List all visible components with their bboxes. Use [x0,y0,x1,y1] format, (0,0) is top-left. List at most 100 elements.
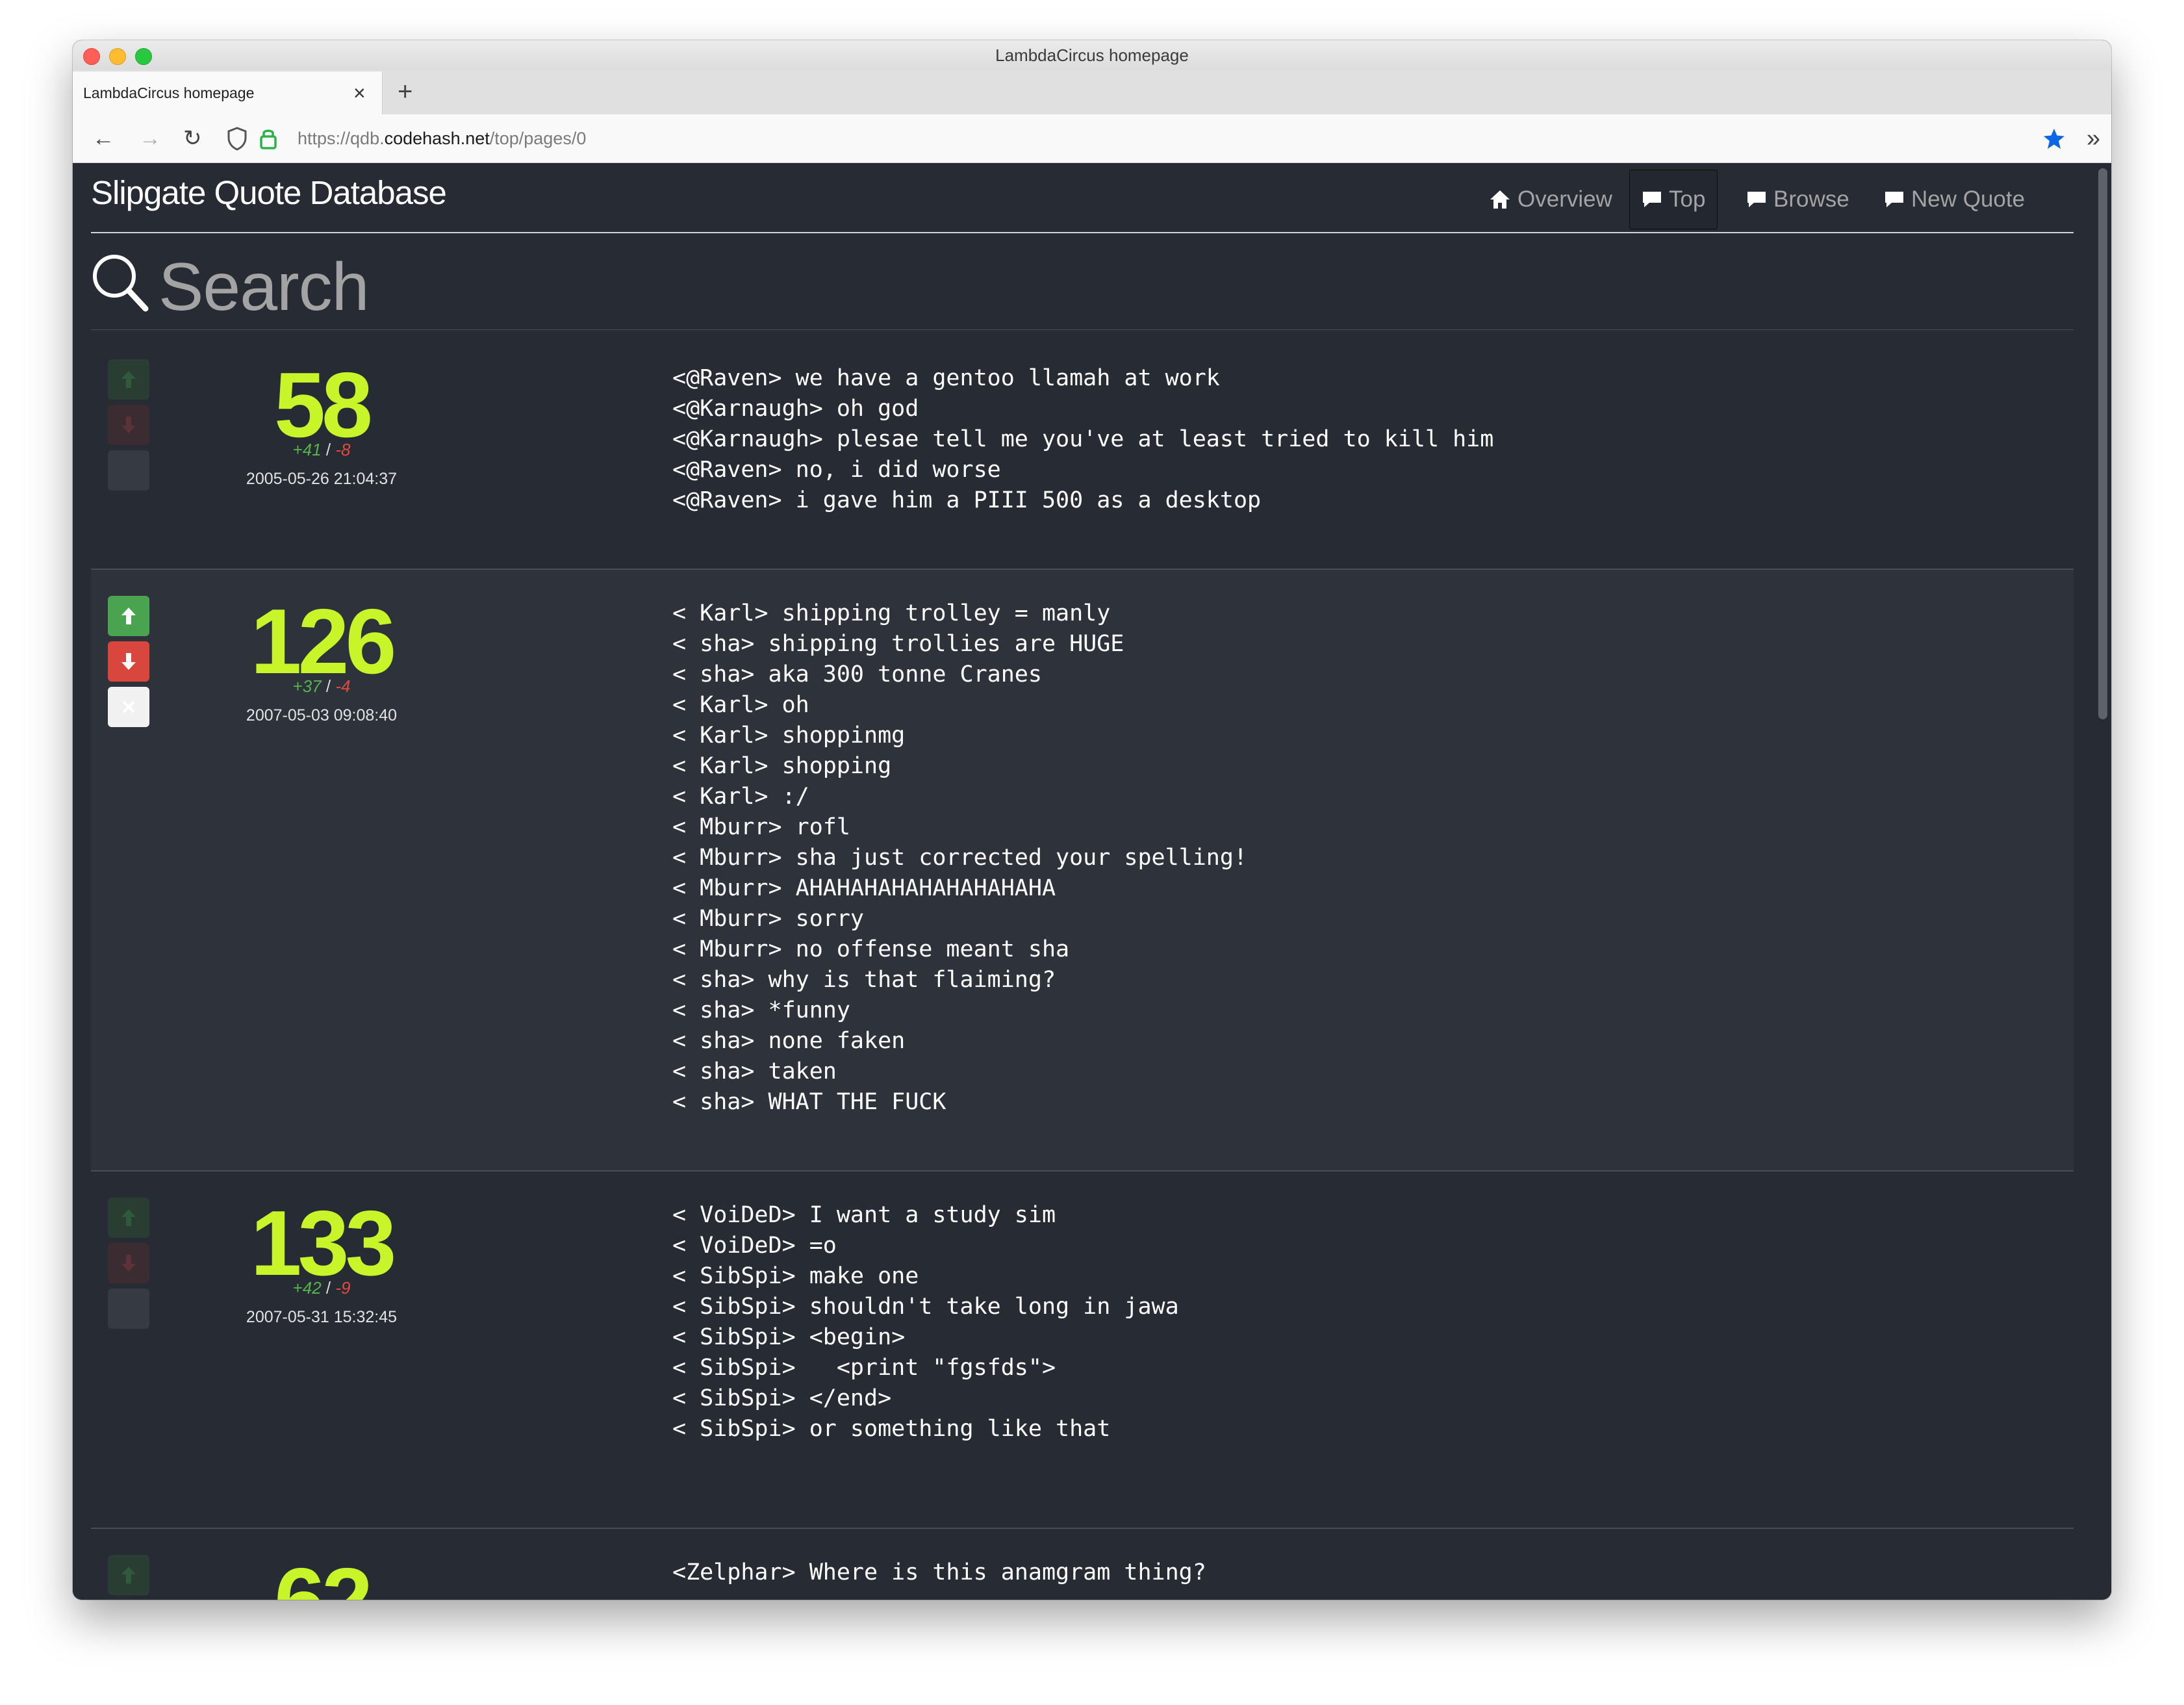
nav-browse-label: Browse [1773,186,1849,212]
clear-vote-button[interactable] [108,450,149,491]
quote-date: 2007-05-03 09:08:40 [246,706,398,724]
browser-window: LambdaCircus homepage LambdaCircus homep… [73,40,2111,1600]
close-icon [122,700,135,713]
vote-breakdown: +37 / -4 [292,676,351,696]
quote-line: < VoiDeD> I want a study sim [672,1202,1056,1228]
quote-text: < Karl> shipping trolley = manly < sha> … [672,598,1247,1118]
nav-overview[interactable]: Overview [1489,170,1612,229]
quote-line: < Karl> shopping [672,753,892,779]
quote-score: 133 [250,1192,397,1295]
quote-item: 62 <Zelphar> Where is this anamgram thin… [91,1529,2074,1600]
title-bar: LambdaCircus homepage [73,40,2111,71]
quote-line: < Mburr> sorry [672,906,865,932]
quote-line: < Karl> :/ [672,784,809,810]
arrow-down-icon [121,1255,136,1272]
comment-icon [1643,192,1661,207]
search-label[interactable]: Search [159,249,370,326]
clear-vote-button[interactable] [108,1288,149,1329]
quote-score: 126 [250,590,397,693]
quote-line: < SibSpi> or something like that [672,1416,1111,1442]
comment-icon [1885,192,1903,207]
quote-line: < Karl> oh [672,692,809,718]
search-icon[interactable] [91,253,149,313]
quote-score: 58 [274,353,373,457]
shield-icon[interactable] [226,126,248,151]
url-text[interactable]: https://qdb.codehash.net/top/pages/0 [298,121,586,156]
vote-breakdown: +42 / -9 [292,1278,351,1298]
quote-line: <@Karnaugh> plesae tell me you've at lea… [672,426,1494,452]
quote-line: < Karl> shoppinmg [672,723,906,749]
scrollbar-thumb[interactable] [2098,168,2107,719]
arrow-up-icon [121,1209,136,1226]
quote-line: <@Raven> no, i did worse [672,457,1001,483]
quote-line: < sha> why is that flaiming? [672,967,1056,993]
clear-vote-button[interactable] [108,687,149,727]
quote-text: < VoiDeD> I want a study sim < VoiDeD> =… [672,1200,1179,1444]
upvote-button[interactable] [108,1555,149,1595]
site-title[interactable]: Slipgate Quote Database [91,173,447,212]
page-content: Slipgate Quote Database Overview Top Bro… [73,163,2111,1600]
quote-line: < sha> shipping trollies are HUGE [672,631,1124,657]
site-header: Slipgate Quote Database Overview Top Bro… [91,163,2074,233]
quote-date: 2007-05-31 15:32:45 [246,1308,398,1326]
scrollbar[interactable] [2094,163,2111,1600]
quote-text: <Zelphar> Where is this anamgram thing? [672,1558,1206,1588]
quote-line: < sha> none faken [672,1028,906,1054]
search-bar[interactable]: Search [91,233,2074,330]
quote-line: < SibSpi> <begin> [672,1324,906,1350]
quote-line: < Mburr> rofl [672,814,850,840]
arrow-up-icon [121,1567,136,1583]
quote-line: <@Raven> i gave him a PIII 500 as a desk… [672,487,1262,513]
tab-label: LambdaCircus homepage [83,84,255,101]
forward-button[interactable]: → [139,114,161,162]
quote-date: 2005-05-26 21:04:37 [246,470,398,488]
quote-line: < sha> WHAT THE FUCK [672,1089,946,1115]
site-nav: Overview Top Browse New Quote [1489,170,2074,229]
quote-text: <@Raven> we have a gentoo llamah at work… [672,363,1493,516]
close-tab-icon[interactable]: × [353,71,366,114]
quote-line: < sha> aka 300 tonne Cranes [672,661,1042,687]
tab-bar: LambdaCircus homepage × + [73,70,2111,114]
new-tab-button[interactable]: + [398,70,413,113]
downvote-button[interactable] [108,1243,149,1283]
quote-item: 133 +42 / -9 2007-05-31 15:32:45 < VoiDe… [91,1172,2074,1529]
nav-top[interactable]: Top [1629,170,1718,229]
arrow-down-icon [121,653,136,670]
quote-line: < sha> *funny [672,997,850,1023]
quote-score: 62 [234,1555,409,1600]
arrow-up-icon [121,608,136,624]
nav-new-quote[interactable]: New Quote [1884,170,2025,229]
nav-browse[interactable]: Browse [1746,170,1849,229]
overflow-menu-button[interactable]: » [2087,114,2100,162]
navigation-toolbar: ← → ↻ https://qdb.codehash.net/top/pages… [73,114,2111,163]
quote-line: <@Raven> we have a gentoo llamah at work [672,365,1220,391]
upvote-button[interactable] [108,359,149,400]
downvote-button[interactable] [108,405,149,445]
quote-item: 58 +41 / -8 2005-05-26 21:04:37 <@Raven>… [91,331,2074,570]
quote-line: < SibSpi> <print "fgsfds"> [672,1355,1056,1381]
nav-top-label: Top [1669,186,1706,212]
quote-item: 126 +37 / -4 2007-05-03 09:08:40 < Karl>… [91,570,2074,1172]
lock-icon[interactable] [259,126,278,151]
quote-line: < SibSpi> </end> [672,1385,892,1411]
browser-tab[interactable]: LambdaCircus homepage × [73,71,383,114]
comment-icon [1747,192,1766,207]
quote-line: < VoiDeD> =o [672,1233,837,1259]
back-button[interactable]: ← [92,114,114,162]
url-bar[interactable]: https://qdb.codehash.net/top/pages/0 [226,121,2085,156]
upvote-button[interactable] [108,1198,149,1238]
quote-line: < Mburr> AHAHAHAHAHAHAHAHAHA [672,875,1056,901]
reload-button[interactable]: ↻ [183,114,202,162]
bookmark-star-icon[interactable] [2042,127,2066,151]
quote-line: < Mburr> sha just corrected your spellin… [672,845,1248,871]
quote-line: < sha> taken [672,1058,837,1084]
quote-line: < SibSpi> make one [672,1263,919,1289]
upvote-button[interactable] [108,596,149,636]
downvote-button[interactable] [108,641,149,682]
nav-new-quote-label: New Quote [1911,186,2025,212]
quote-line: < Mburr> no offense meant sha [672,936,1070,962]
quote-line: <@Karnaugh> oh god [672,396,919,422]
vote-breakdown: +41 / -8 [292,440,351,459]
home-icon [1490,190,1510,209]
arrow-up-icon [121,371,136,388]
